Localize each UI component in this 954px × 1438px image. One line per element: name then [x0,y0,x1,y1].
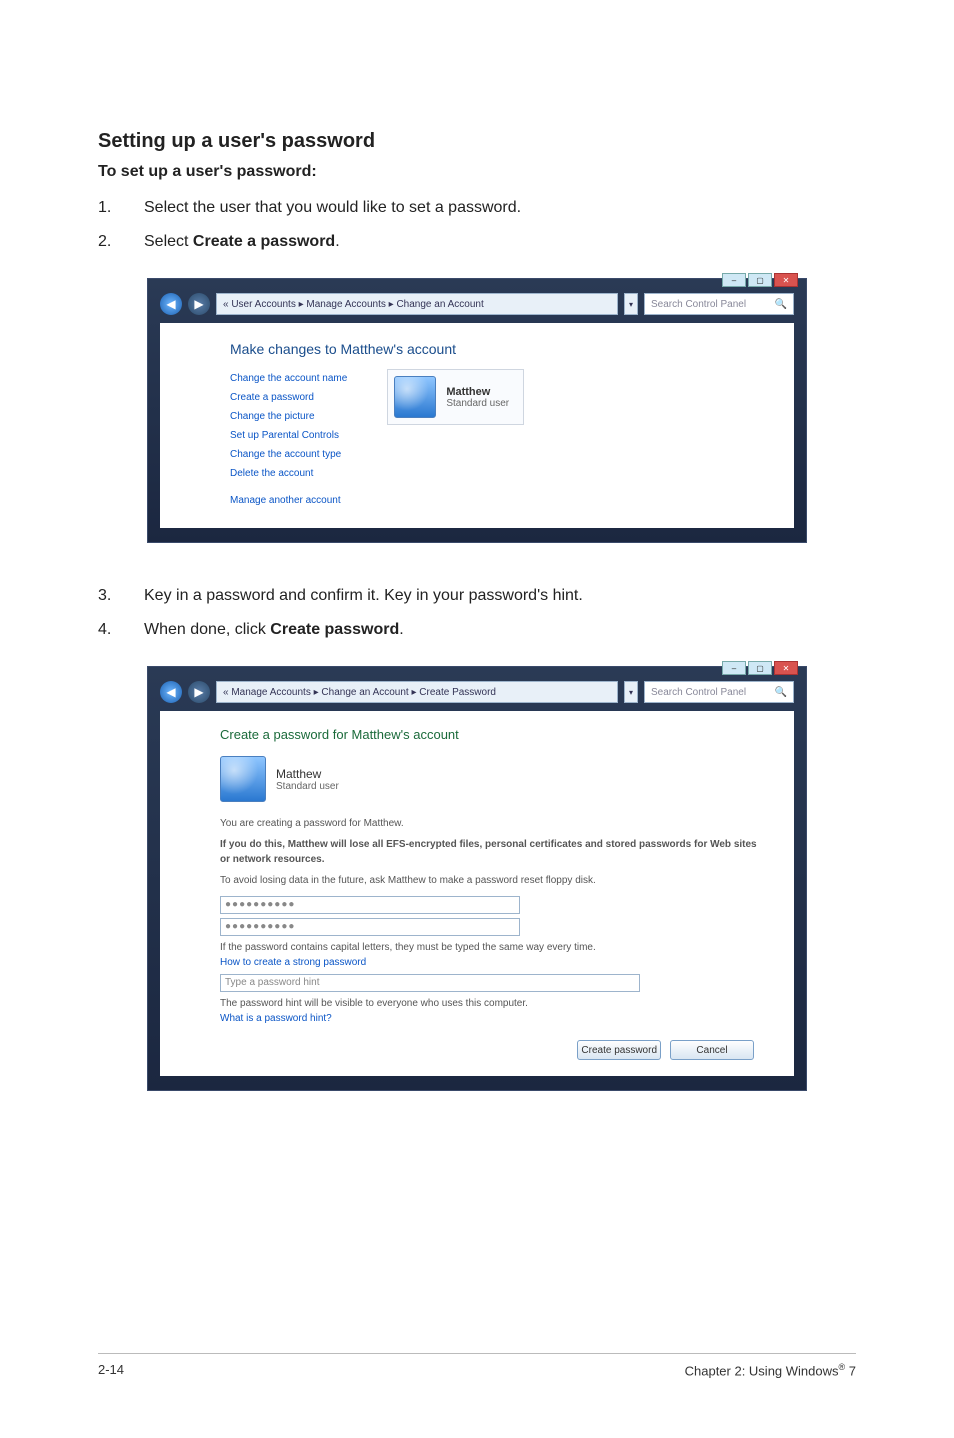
step-text: When done, click Create password. [144,617,856,643]
step-number: 2. [98,229,144,255]
search-icon[interactable]: 🔍 [775,687,787,698]
info-line-1: You are creating a password for Matthew. [220,816,766,831]
page-number: 2-14 [98,1362,124,1378]
page-footer: 2-14 Chapter 2: Using Windows® 7 [98,1353,856,1378]
link-strong-password[interactable]: How to create a strong password [220,957,366,968]
search-input[interactable]: Search Control Panel 🔍 [644,293,794,315]
chapter-label: Chapter 2: Using Windows® 7 [685,1362,856,1378]
section-subtitle: To set up a user's password: [98,163,856,181]
steps-list-a: 1. Select the user that you would like t… [98,195,856,254]
maximize-icon[interactable]: ▢ [748,273,772,287]
screenshot-create-password: – ▢ ✕ ◀ ▶ « Manage Accounts ▸ Change an … [147,666,807,1091]
step-text: Key in a password and confirm it. Key in… [144,583,856,609]
step-2: 2. Select Create a password. [98,229,856,255]
link-delete-account[interactable]: Delete the account [230,464,347,483]
user-avatar [220,756,266,802]
panel-heading: Make changes to Matthew's account [230,341,766,357]
link-create-password[interactable]: Create a password [230,388,347,407]
close-icon[interactable]: ✕ [774,273,798,287]
search-input[interactable]: Search Control Panel 🔍 [644,681,794,703]
forward-button[interactable]: ▶ [188,293,210,315]
step-3: 3. Key in a password and confirm it. Key… [98,583,856,609]
search-icon[interactable]: 🔍 [775,299,787,310]
link-parental-controls[interactable]: Set up Parental Controls [230,426,347,445]
section-title: Setting up a user's password [98,130,856,153]
minimize-icon[interactable]: – [722,273,746,287]
panel-heading: Create a password for Matthew's account [220,727,766,742]
steps-list-b: 3. Key in a password and confirm it. Key… [98,583,856,642]
link-change-account-name[interactable]: Change the account name [230,369,347,388]
user-type: Standard user [276,781,339,792]
close-icon[interactable]: ✕ [774,661,798,675]
user-name: Matthew [276,767,339,781]
user-name: Matthew [446,386,509,398]
cancel-button[interactable]: Cancel [670,1040,754,1060]
breadcrumb-dropdown[interactable]: ▾ [624,293,638,315]
step-1: 1. Select the user that you would like t… [98,195,856,221]
back-button[interactable]: ◀ [160,293,182,315]
link-change-picture[interactable]: Change the picture [230,407,347,426]
password-hint-input[interactable]: Type a password hint [220,974,640,992]
user-type: Standard user [446,398,509,409]
search-placeholder: Search Control Panel [651,299,746,310]
search-placeholder: Search Control Panel [651,687,746,698]
new-password-input[interactable]: ●●●●●●●●●● [220,896,520,914]
step-number: 1. [98,195,144,221]
step-4: 4. When done, click Create password. [98,617,856,643]
step-number: 4. [98,617,144,643]
step-number: 3. [98,583,144,609]
screenshot-change-account: – ▢ ✕ ◀ ▶ « User Accounts ▸ Manage Accou… [147,278,807,543]
user-card[interactable]: Matthew Standard user [387,369,524,425]
link-password-hint-help[interactable]: What is a password hint? [220,1013,332,1024]
confirm-password-input[interactable]: ●●●●●●●●●● [220,918,520,936]
maximize-icon[interactable]: ▢ [748,661,772,675]
breadcrumb[interactable]: « Manage Accounts ▸ Change an Account ▸ … [216,681,618,703]
minimize-icon[interactable]: – [722,661,746,675]
back-button[interactable]: ◀ [160,681,182,703]
breadcrumb-dropdown[interactable]: ▾ [624,681,638,703]
user-block: Matthew Standard user [220,756,766,802]
capitals-note: If the password contains capital letters… [220,940,766,955]
warning-text: If you do this, Matthew will lose all EF… [220,837,766,867]
info-line-2: To avoid losing data in the future, ask … [220,873,766,888]
account-action-links: Change the account name Create a passwor… [230,369,347,510]
link-change-account-type[interactable]: Change the account type [230,445,347,464]
step-text: Select Create a password. [144,229,856,255]
step-text: Select the user that you would like to s… [144,195,856,221]
create-password-button[interactable]: Create password [577,1040,661,1060]
forward-button[interactable]: ▶ [188,681,210,703]
link-manage-another-account[interactable]: Manage another account [230,491,341,510]
hint-visibility-note: The password hint will be visible to eve… [220,996,766,1011]
user-avatar [394,376,436,418]
breadcrumb[interactable]: « User Accounts ▸ Manage Accounts ▸ Chan… [216,293,618,315]
